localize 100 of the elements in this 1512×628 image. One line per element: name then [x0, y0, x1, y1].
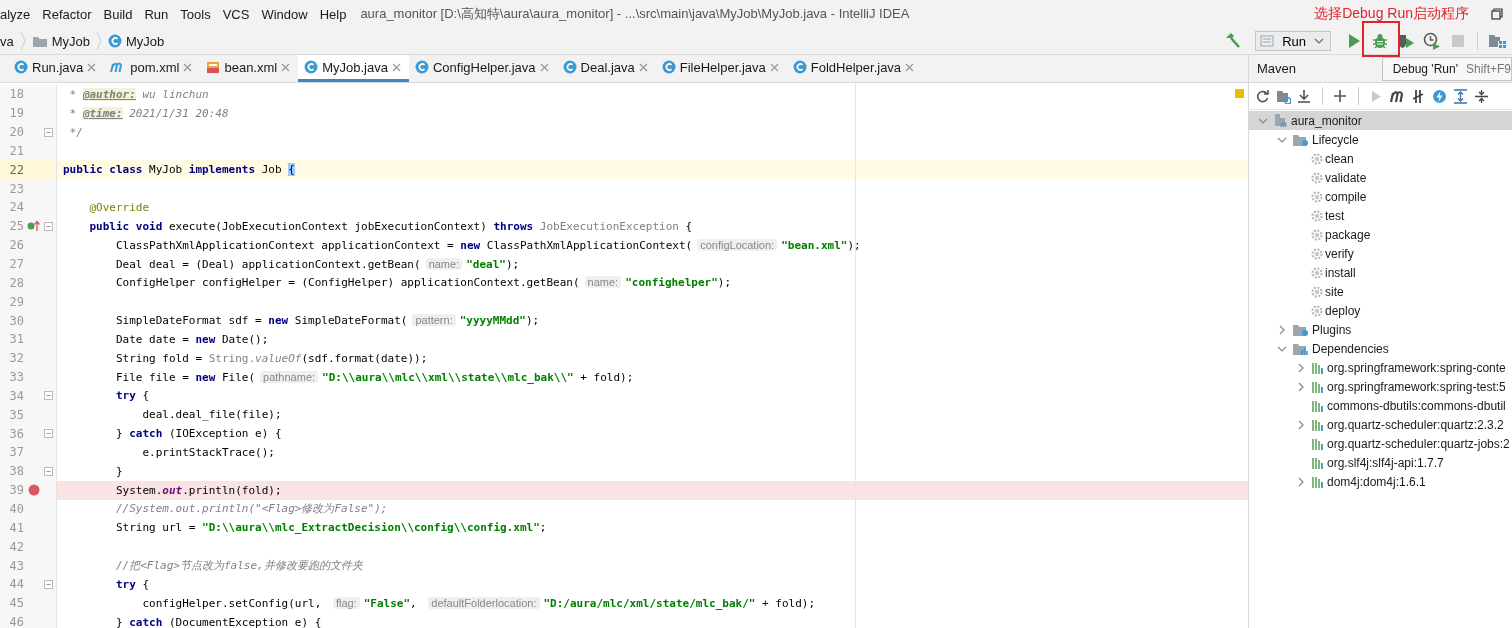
line-number: 41 — [8, 520, 24, 535]
fold-icon[interactable] — [44, 127, 53, 137]
folder-gear-icon — [1292, 322, 1310, 337]
line-number: 31 — [8, 332, 24, 347]
chevron-down-icon[interactable] — [1277, 344, 1287, 353]
breadcrumb[interactable]: va — [0, 33, 14, 49]
download-icon[interactable] — [1297, 88, 1312, 104]
tree-item[interactable]: test — [1249, 206, 1512, 225]
run-icon[interactable] — [1369, 88, 1384, 104]
code-line: */ — [68, 125, 83, 139]
bars-icon — [1311, 418, 1325, 431]
tree-item[interactable]: Lifecycle — [1249, 130, 1512, 149]
breadcrumb[interactable]: MyJob — [31, 33, 91, 49]
line-number: 46 — [8, 615, 24, 628]
editor-tab[interactable]: FoldHelper.java — [786, 55, 923, 82]
menu-item[interactable]: Build — [99, 6, 139, 22]
tree-item[interactable]: package — [1249, 225, 1512, 244]
close-icon[interactable] — [281, 62, 291, 72]
lightning-icon[interactable] — [1432, 88, 1447, 104]
warning-marker-icon[interactable] — [1235, 89, 1244, 98]
chevron-right-icon[interactable] — [1278, 324, 1286, 335]
shield-play-icon[interactable] — [1397, 33, 1415, 49]
code-line: deal.deal_file(file); — [141, 408, 282, 422]
close-icon[interactable] — [391, 62, 401, 72]
tree-item[interactable]: aura_monitor — [1249, 111, 1512, 130]
menu-item[interactable]: Help — [315, 6, 353, 22]
close-icon[interactable] — [183, 62, 193, 72]
tree-item[interactable]: clean — [1249, 149, 1512, 168]
code-line: //把<Flag>节点改为false,并修改要跑的文件夹 — [114, 558, 363, 573]
override-icon[interactable] — [27, 220, 41, 233]
fold-icon[interactable] — [44, 579, 53, 589]
tree-item[interactable]: commons-dbutils:commons-dbutil — [1249, 396, 1512, 415]
parameter-hint: flag: — [332, 596, 360, 609]
expand-all-icon[interactable] — [1453, 88, 1468, 104]
restore-window-icon[interactable] — [1491, 8, 1503, 20]
tree-item[interactable]: deploy — [1249, 301, 1512, 320]
run-configuration-dropdown[interactable]: Run — [1255, 31, 1331, 51]
reload-icon[interactable] — [1255, 88, 1270, 104]
code-line: public void execute(JobExecutionContext jobExecutionContext) throws JobExecutionException { — [88, 219, 693, 233]
code-line: } catch (DocumentException e) { — [114, 615, 322, 628]
line-number: 37 — [8, 445, 24, 460]
menu-item[interactable]: Tools — [176, 6, 217, 22]
tree-item[interactable]: compile — [1249, 187, 1512, 206]
skip-tests-icon[interactable] — [1411, 88, 1426, 104]
editor-tab[interactable]: bean.xml — [200, 55, 299, 82]
tree-item[interactable]: org.slf4j:slf4j-api:1.7.7 — [1249, 453, 1512, 472]
plus-icon[interactable] — [1333, 88, 1348, 104]
menu-item[interactable]: Run — [140, 6, 175, 22]
tree-item[interactable]: Dependencies — [1249, 339, 1512, 358]
editor-tab[interactable]: Run.java — [8, 55, 105, 82]
folder-grid-icon[interactable] — [1488, 33, 1506, 49]
collapse-all-icon[interactable] — [1474, 88, 1489, 104]
line-number: 29 — [8, 294, 24, 309]
tree-item[interactable]: org.quartz-scheduler:quartz-jobs:2 — [1249, 434, 1512, 453]
clock-play-icon[interactable] — [1423, 32, 1441, 50]
tree-item[interactable]: org.quartz-scheduler:quartz:2.3.2 — [1249, 415, 1512, 434]
menu-item[interactable]: Window — [257, 6, 314, 22]
breakpoint-icon[interactable] — [28, 484, 40, 497]
editor-tab[interactable]: ConfigHelper.java — [408, 55, 557, 82]
tree-item[interactable]: site — [1249, 282, 1512, 301]
gear-icon — [1311, 190, 1323, 203]
tree-item[interactable]: verify — [1249, 244, 1512, 263]
code-line: //System.out.println("<Flag>修改为False"); — [114, 501, 388, 517]
tree-item[interactable]: install — [1249, 263, 1512, 282]
tree-item[interactable]: dom4j:dom4j:1.6.1 — [1249, 472, 1512, 491]
editor-tab[interactable]: pom.xml — [104, 55, 201, 82]
chevron-right-icon[interactable] — [1297, 419, 1305, 430]
menu-item[interactable]: Refactor — [38, 6, 98, 22]
menu-item[interactable]: alyze — [0, 6, 37, 22]
tree-item[interactable]: org.springframework:spring-test:5 — [1249, 377, 1512, 396]
parameter-hint: pathname: — [260, 370, 319, 383]
close-icon[interactable] — [905, 62, 915, 72]
breadcrumb[interactable]: MyJob — [108, 33, 165, 49]
close-icon[interactable] — [638, 62, 648, 72]
debug-icon[interactable] — [1372, 33, 1388, 49]
editor-tab[interactable]: FileHelper.java — [655, 55, 787, 82]
chevron-right-icon[interactable] — [1297, 476, 1305, 487]
close-icon[interactable] — [87, 62, 97, 72]
fold-icon[interactable] — [44, 466, 53, 476]
tree-item[interactable]: org.springframework:spring-conte — [1249, 358, 1512, 377]
fold-icon[interactable] — [44, 391, 53, 401]
line-number: 43 — [8, 558, 24, 573]
editor-tab[interactable]: MyJob.java — [298, 55, 409, 82]
fold-icon[interactable] — [44, 429, 53, 439]
annotation-text: 选择Debug Run启动程序 — [1314, 5, 1469, 23]
close-icon[interactable] — [539, 62, 549, 72]
parameter-hint: name: — [425, 257, 463, 270]
tree-item[interactable]: validate — [1249, 168, 1512, 187]
tree-item[interactable]: Plugins — [1249, 320, 1512, 339]
maven-icon[interactable] — [1390, 88, 1405, 104]
close-icon[interactable] — [769, 62, 779, 72]
code-line: public class MyJob implements Job { — [63, 163, 295, 177]
editor-tab[interactable]: Deal.java — [556, 55, 656, 82]
menu-item[interactable]: VCS — [218, 6, 256, 22]
chevron-right-icon[interactable] — [1297, 381, 1305, 392]
run-icon[interactable] — [1347, 33, 1361, 49]
code-line: } catch (IOException e) { — [114, 427, 282, 441]
chevron-right-icon[interactable] — [1297, 362, 1305, 373]
fold-icon[interactable] — [44, 221, 53, 231]
folder-reload-icon[interactable] — [1276, 88, 1291, 104]
